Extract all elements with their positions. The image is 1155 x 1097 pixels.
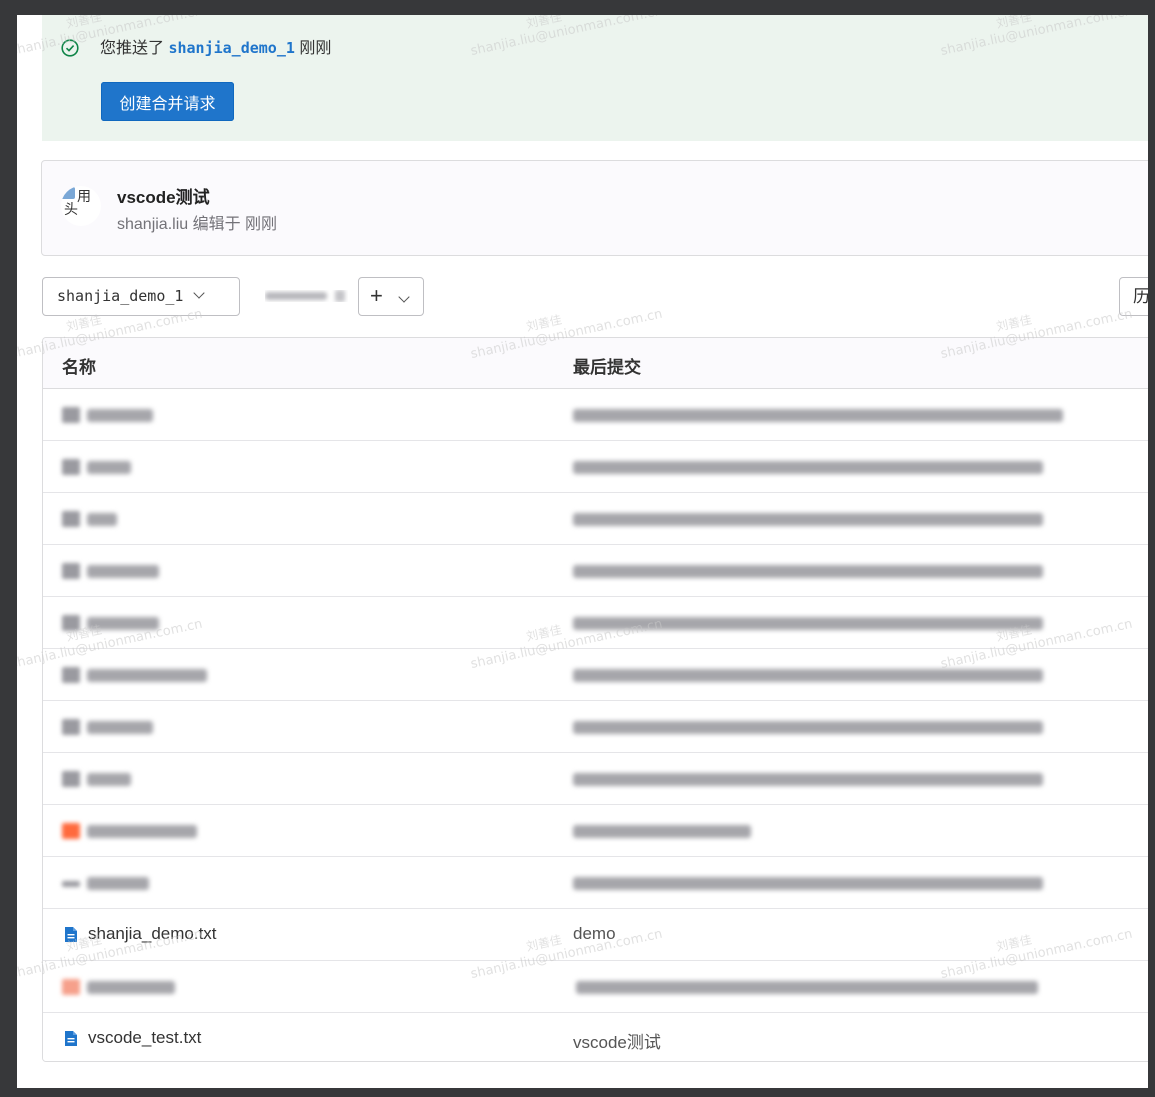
commit-title-link[interactable]: vscode测试: [117, 183, 210, 208]
blurred-file-name[interactable]: [87, 721, 153, 734]
text-file-icon: [65, 927, 77, 942]
table-row[interactable]: [43, 753, 1148, 805]
blurred-file-name[interactable]: [87, 981, 175, 994]
file-name-link[interactable]: shanjia_demo.txt: [88, 924, 217, 944]
commit-message-link[interactable]: vscode测试: [573, 1028, 661, 1053]
repository-page: 您推送了 shanjia_demo_1 刚刚 创建合并请求 用 头 vscode…: [17, 15, 1148, 1088]
blurred-file-name[interactable]: [87, 513, 117, 526]
plus-icon: +: [370, 283, 383, 308]
create-merge-request-button[interactable]: 创建合并请求: [101, 82, 234, 121]
table-row[interactable]: [43, 597, 1148, 649]
file-icon: [62, 979, 80, 995]
commit-author-meta: shanjia.liu 编辑于 刚刚: [117, 216, 278, 233]
file-name-link[interactable]: vscode_test.txt: [88, 1028, 201, 1048]
folder-icon: [62, 511, 80, 527]
column-header-name: 名称: [62, 358, 96, 377]
commit-message-link[interactable]: demo: [573, 924, 616, 944]
blurred-commit-message[interactable]: [573, 669, 1043, 682]
history-button[interactable]: 历: [1119, 277, 1148, 316]
blurred-commit-message[interactable]: [573, 565, 1043, 578]
table-header: 名称 最后提交: [43, 338, 1148, 389]
blurred-file-name[interactable]: [87, 461, 131, 474]
blurred-commit-message[interactable]: [573, 461, 1043, 474]
push-message: 您推送了 shanjia_demo_1 刚刚: [100, 37, 331, 60]
table-row[interactable]: [43, 649, 1148, 701]
push-time: 刚刚: [299, 40, 332, 57]
blurred-commit-message[interactable]: [573, 617, 1043, 630]
text-file-icon: [65, 1031, 77, 1046]
table-row[interactable]: [43, 857, 1148, 909]
blurred-file-name[interactable]: [87, 825, 197, 838]
chevron-down-icon: [398, 291, 410, 303]
table-row[interactable]: [43, 389, 1148, 441]
folder-icon: [62, 563, 80, 579]
project-breadcrumb[interactable]: [265, 290, 348, 302]
add-file-dropdown[interactable]: +: [358, 277, 424, 316]
folder-icon: [62, 667, 80, 683]
avatar[interactable]: 用 头: [61, 186, 101, 226]
folder-icon: [62, 771, 80, 787]
table-row[interactable]: [43, 701, 1148, 753]
table-row[interactable]: shanjia_demo.txt demo: [43, 909, 1148, 961]
blurred-file-name[interactable]: [87, 617, 159, 630]
blurred-commit-message[interactable]: [573, 513, 1043, 526]
table-row[interactable]: [43, 961, 1148, 1013]
chevron-down-icon: [193, 287, 206, 299]
blurred-file-name[interactable]: [87, 773, 131, 786]
column-header-last-commit: 最后提交: [573, 358, 641, 377]
push-notification-banner: 您推送了 shanjia_demo_1 刚刚 创建合并请求: [42, 15, 1148, 141]
blurred-commit-message[interactable]: [573, 877, 1043, 890]
table-row[interactable]: [43, 493, 1148, 545]
blurred-commit-message[interactable]: [573, 721, 1043, 734]
pushed-branch-link[interactable]: shanjia_demo_1: [168, 39, 294, 57]
folder-icon: [62, 459, 80, 475]
branch-name: shanjia_demo_1: [57, 287, 184, 305]
table-row[interactable]: [43, 805, 1148, 857]
blurred-file-name[interactable]: [87, 565, 159, 578]
folder-icon: [62, 407, 80, 423]
folder-icon: [62, 615, 80, 631]
push-prefix: 您推送了: [100, 40, 165, 57]
file-icon: [62, 881, 80, 887]
table-row[interactable]: [43, 545, 1148, 597]
blurred-file-name[interactable]: [87, 877, 149, 890]
table-row[interactable]: [43, 441, 1148, 493]
broken-image-icon: [61, 187, 75, 199]
file-tree-table: 名称 最后提交 shanjia_demo.txt demo vscode_tes…: [42, 337, 1148, 1062]
branch-selector[interactable]: shanjia_demo_1: [42, 277, 240, 316]
blurred-commit-message[interactable]: [576, 981, 1038, 994]
blurred-commit-message[interactable]: [573, 773, 1043, 786]
last-commit-panel: 用 头 vscode测试 shanjia.liu 编辑于 刚刚: [41, 160, 1148, 256]
blurred-file-name[interactable]: [87, 409, 153, 422]
table-row[interactable]: vscode_test.txt vscode测试: [43, 1013, 1148, 1061]
check-circle-icon: [61, 39, 79, 57]
blurred-file-name[interactable]: [87, 669, 207, 682]
gitlab-file-icon: [62, 823, 80, 839]
blurred-commit-message[interactable]: [573, 825, 751, 838]
folder-icon: [62, 719, 80, 735]
blurred-commit-message[interactable]: [573, 409, 1063, 422]
